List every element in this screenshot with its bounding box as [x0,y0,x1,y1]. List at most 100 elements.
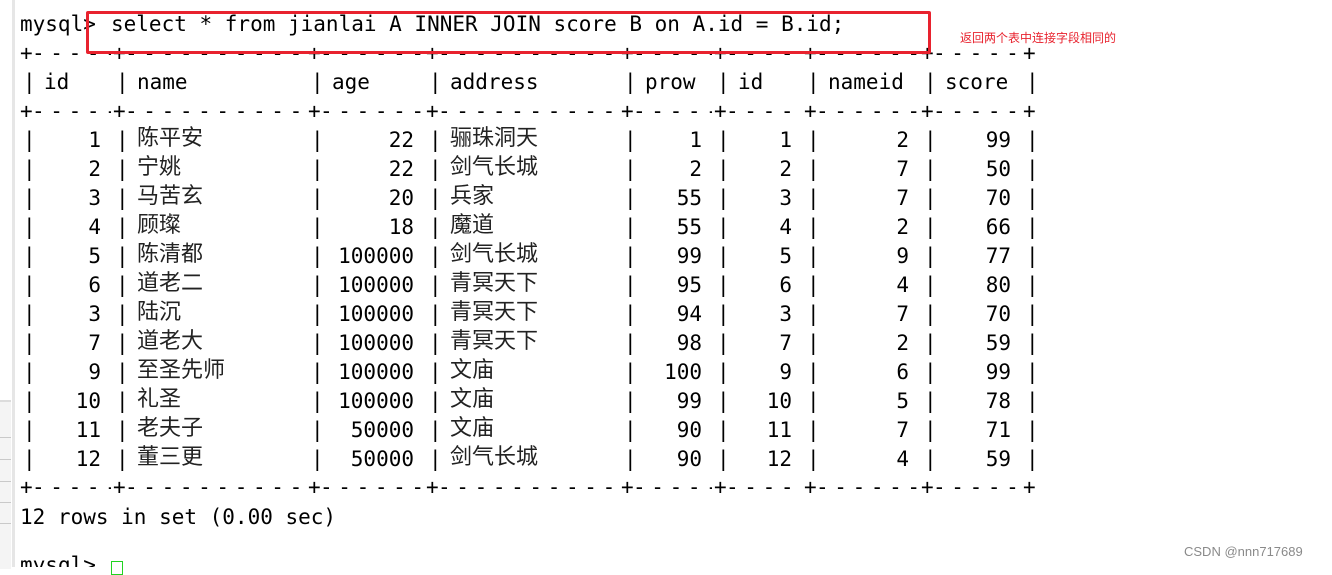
table-border-corner: + [426,99,439,123]
table-cell-address: 青冥天下 [450,300,539,325]
table-cell-nameid: 9 [896,244,909,268]
column-separator: | [116,186,129,210]
table-border-corner: + [308,475,321,499]
table-cell-age: 50000 [350,447,414,471]
table-cell-nameid: 4 [896,273,909,297]
table-cell-prow: 94 [676,302,702,326]
column-separator: | [116,215,129,239]
table-cell-prow: 90 [676,447,702,471]
table-cell-age: 100000 [338,360,414,384]
table-cell-id: 7 [779,331,792,355]
table-cell-name: 至圣先师 [137,358,226,383]
table-cell-name: 道老二 [137,271,204,296]
column-separator: | [116,244,129,268]
column-separator: | [116,273,129,297]
table-cell-age: 18 [388,215,414,239]
column-header-id: id [44,70,70,94]
table-cell-age: 100000 [338,273,414,297]
table-border-corner: + [714,99,727,123]
table-cell-score: 50 [985,157,1011,181]
column-separator: | [1026,302,1039,326]
editor-gutter [12,0,15,567]
table-border-corner: + [621,475,634,499]
column-separator: | [924,70,937,94]
terminal-cursor[interactable] [111,561,123,575]
table-cell-id: 6 [88,273,101,297]
table-cell-address: 兵家 [450,184,495,209]
table-border-corner: + [308,99,321,123]
table-cell-name: 董三更 [137,445,204,470]
table-border-line: - - - - - - - - - - - - - - - - - - - - … [633,475,712,499]
table-cell-name: 顾璨 [137,213,182,238]
result-summary: 12 rows in set (0.00 sec) [20,505,337,529]
table-border-line: - - - - - - - - - - - - - - - - - - - - … [125,99,302,123]
highlight-box [86,11,931,54]
table-border-corner: + [804,99,817,123]
table-border-line: - - - - - - - - - - - - - - - - - - - - … [438,99,615,123]
table-cell-address: 青冥天下 [450,329,539,354]
table-cell-age: 20 [388,186,414,210]
table-cell-address: 文庙 [450,358,495,383]
column-separator: | [807,70,820,94]
table-border-line: - - - - - - - - - - - - - - - - - - - - … [726,99,802,123]
table-cell-id: 2 [88,157,101,181]
table-cell-nameid: 6 [896,360,909,384]
table-border-line: - - - - - - - - - - - - - - - - - - - - … [633,99,712,123]
table-border-corner: + [1023,99,1036,123]
table-cell-address: 文庙 [450,416,495,441]
table-cell-address: 骊珠洞天 [450,126,539,151]
table-cell-age: 22 [388,128,414,152]
table-cell-id: 3 [779,186,792,210]
table-border-corner: + [113,99,126,123]
table-cell-address: 剑气长城 [450,155,539,180]
column-separator: | [1026,273,1039,297]
table-border-corner: + [426,475,439,499]
table-cell-nameid: 7 [896,418,909,442]
table-cell-name: 老夫子 [137,416,204,441]
column-separator: | [1026,70,1039,94]
table-cell-id: 11 [75,418,101,442]
column-header-score: score [945,70,1009,94]
column-separator: | [116,70,129,94]
table-cell-age: 22 [388,157,414,181]
table-border-line: - - - - - - - - - - - - - - - - - - - - … [816,99,919,123]
column-separator: | [429,244,442,268]
annotation-note: 返回两个表中连接字段相同的 [960,31,1117,45]
table-cell-id: 3 [88,302,101,326]
column-separator: | [429,389,442,413]
table-cell-name: 陈清都 [137,242,204,267]
table-cell-id: 1 [779,128,792,152]
column-separator: | [1026,389,1039,413]
column-separator: | [116,389,129,413]
table-border-line: - - - - - - - - - - - - - - - - - - - - … [933,475,1019,499]
table-cell-name: 礼圣 [137,387,182,412]
table-cell-age: 50000 [350,418,414,442]
column-separator: | [116,302,129,326]
table-cell-prow: 90 [676,418,702,442]
table-cell-id: 5 [88,244,101,268]
table-cell-name: 马苦玄 [137,184,204,209]
table-cell-address: 青冥天下 [450,271,539,296]
column-separator: | [429,215,442,239]
table-cell-address: 魔道 [450,213,495,238]
table-border-line: - - - - - - - - - - - - - - - - - - - - … [933,99,1019,123]
column-separator: | [429,302,442,326]
table-border-corner: + [20,41,33,65]
table-border-corner: + [113,475,126,499]
next-prompt: mysql> [20,553,96,567]
table-border-corner: + [20,475,33,499]
column-separator: | [429,360,442,384]
column-separator: | [1026,215,1039,239]
column-header-nameid: nameid [828,70,904,94]
table-cell-score: 71 [985,418,1011,442]
column-separator: | [116,447,129,471]
table-cell-id: 6 [779,273,792,297]
column-separator: | [1026,244,1039,268]
table-cell-score: 77 [985,244,1011,268]
table-cell-id: 12 [766,447,792,471]
table-cell-nameid: 7 [896,186,909,210]
column-separator: | [429,418,442,442]
table-border-line: - - - - - - - - - - - - - - - - - - - - … [726,475,802,499]
table-cell-score: 80 [985,273,1011,297]
table-border-line: - - - - - - - - - - - - - - - - - - - - … [816,475,919,499]
